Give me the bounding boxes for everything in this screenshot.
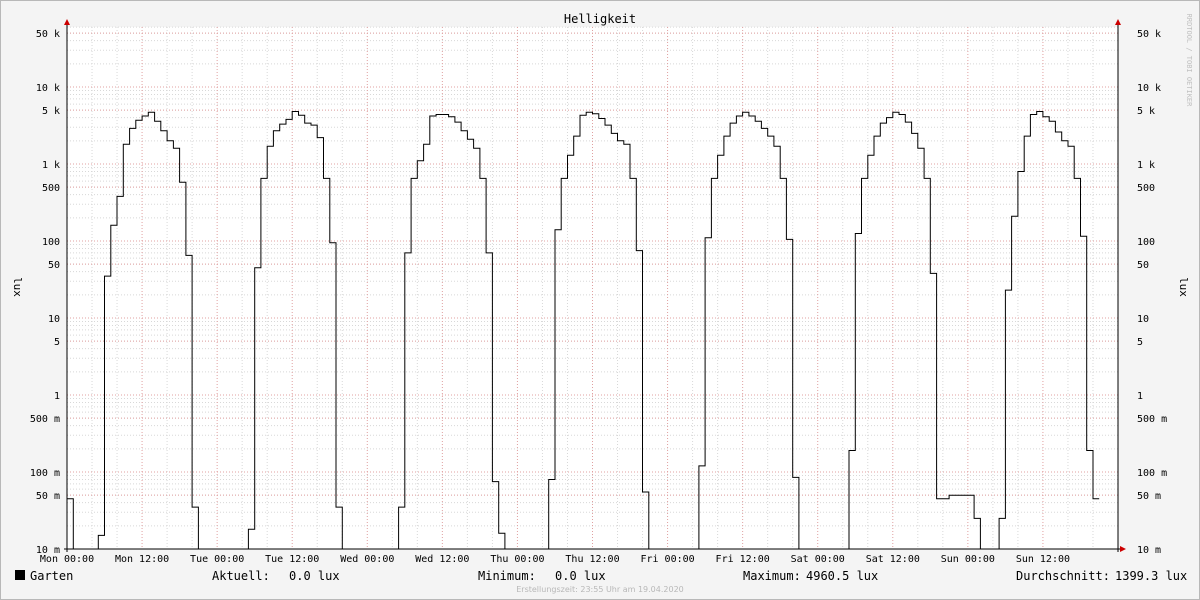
x-tick-label: Mon 12:00	[115, 554, 169, 565]
legend-series-name: Garten	[30, 569, 74, 583]
stat-avg-label: Durchschnitt:	[1016, 569, 1110, 583]
y-tick-label-left: 100 m	[30, 468, 60, 479]
y-tick-label-left: 1 k	[42, 160, 60, 171]
y-tick-label-right: 10 k	[1137, 83, 1161, 94]
y-tick-label-left: 5	[54, 337, 60, 348]
y-tick-label-left: 500 m	[30, 414, 60, 425]
x-tick-label: Thu 12:00	[565, 554, 619, 565]
brightness-chart: Helligkeit lux lux RRDTOOL / TOBI OETIKE…	[11, 12, 1193, 565]
y-axis-label-right: lux	[1177, 277, 1190, 297]
legend: Garten Aktuell: 0.0 lux Minimum: 0.0 lux…	[0, 568, 1200, 584]
x-tick-label: Sat 00:00	[791, 554, 845, 565]
stat-max-value: 4960.5 lux	[806, 569, 879, 583]
stat-max-label: Maximum:	[743, 569, 801, 583]
y-tick-label-left: 50 m	[36, 491, 60, 502]
x-tick-label: Tue 00:00	[190, 554, 244, 565]
stat-min-value: 0.0 lux	[555, 569, 606, 583]
y-tick-label-left: 50 k	[36, 29, 60, 40]
y-tick-label-left: 1	[54, 391, 60, 402]
stat-min-label: Minimum:	[478, 569, 536, 583]
legend-swatch	[15, 570, 25, 580]
stat-current-value: 0.0 lux	[289, 569, 340, 583]
y-tick-label-left: 10	[48, 314, 60, 325]
y-tick-label-right: 100	[1137, 237, 1155, 248]
y-tick-label-left: 500	[42, 183, 60, 194]
y-axis-arrow-left	[64, 19, 70, 25]
stat-avg-value: 1399.3 lux	[1115, 569, 1188, 583]
x-tick-label: Thu 00:00	[490, 554, 544, 565]
y-tick-label-right: 50 k	[1137, 29, 1161, 40]
y-tick-label-right: 10 m	[1137, 545, 1161, 556]
y-tick-label-right: 50	[1137, 260, 1149, 271]
y-tick-label-left: 10 k	[36, 83, 60, 94]
watermark: RRDTOOL / TOBI OETIKER	[1185, 14, 1193, 108]
x-tick-label: Mon 00:00	[40, 554, 94, 565]
y-tick-label-right: 100 m	[1137, 468, 1167, 479]
y-axis-label-left: lux	[11, 277, 24, 297]
x-tick-label: Sat 12:00	[866, 554, 920, 565]
y-tick-label-right: 500 m	[1137, 414, 1167, 425]
chart-title: Helligkeit	[564, 12, 636, 26]
y-tick-label-left: 50	[48, 260, 60, 271]
x-tick-label: Sun 00:00	[941, 554, 995, 565]
x-axis-arrow	[1120, 546, 1126, 552]
y-tick-label-right: 10	[1137, 314, 1149, 325]
y-tick-label-right: 500	[1137, 183, 1155, 194]
x-tick-label: Fri 12:00	[716, 554, 770, 565]
y-axis-arrow-right	[1115, 19, 1121, 25]
y-tick-label-right: 5 k	[1137, 106, 1155, 117]
y-tick-label-right: 1 k	[1137, 160, 1155, 171]
x-tick-label: Wed 00:00	[340, 554, 394, 565]
stat-current-label: Aktuell:	[212, 569, 270, 583]
y-tick-label-left: 100	[42, 237, 60, 248]
x-tick-labels: Mon 00:00 Mon 12:00 Tue 00:00 Tue 12:00 Wed …	[40, 554, 1070, 565]
y-tick-label-right: 1	[1137, 391, 1143, 402]
footer-timestamp: Erstellungszeit: 23:55 Uhr am 19.04.2020	[516, 585, 684, 594]
x-tick-label: Sun 12:00	[1016, 554, 1070, 565]
x-tick-label: Fri 00:00	[640, 554, 694, 565]
y-tick-label-right: 50 m	[1137, 491, 1161, 502]
x-tick-label: Wed 12:00	[415, 554, 469, 565]
y-tick-label-left: 5 k	[42, 106, 60, 117]
x-tick-label: Tue 12:00	[265, 554, 319, 565]
y-tick-label-right: 5	[1137, 337, 1143, 348]
